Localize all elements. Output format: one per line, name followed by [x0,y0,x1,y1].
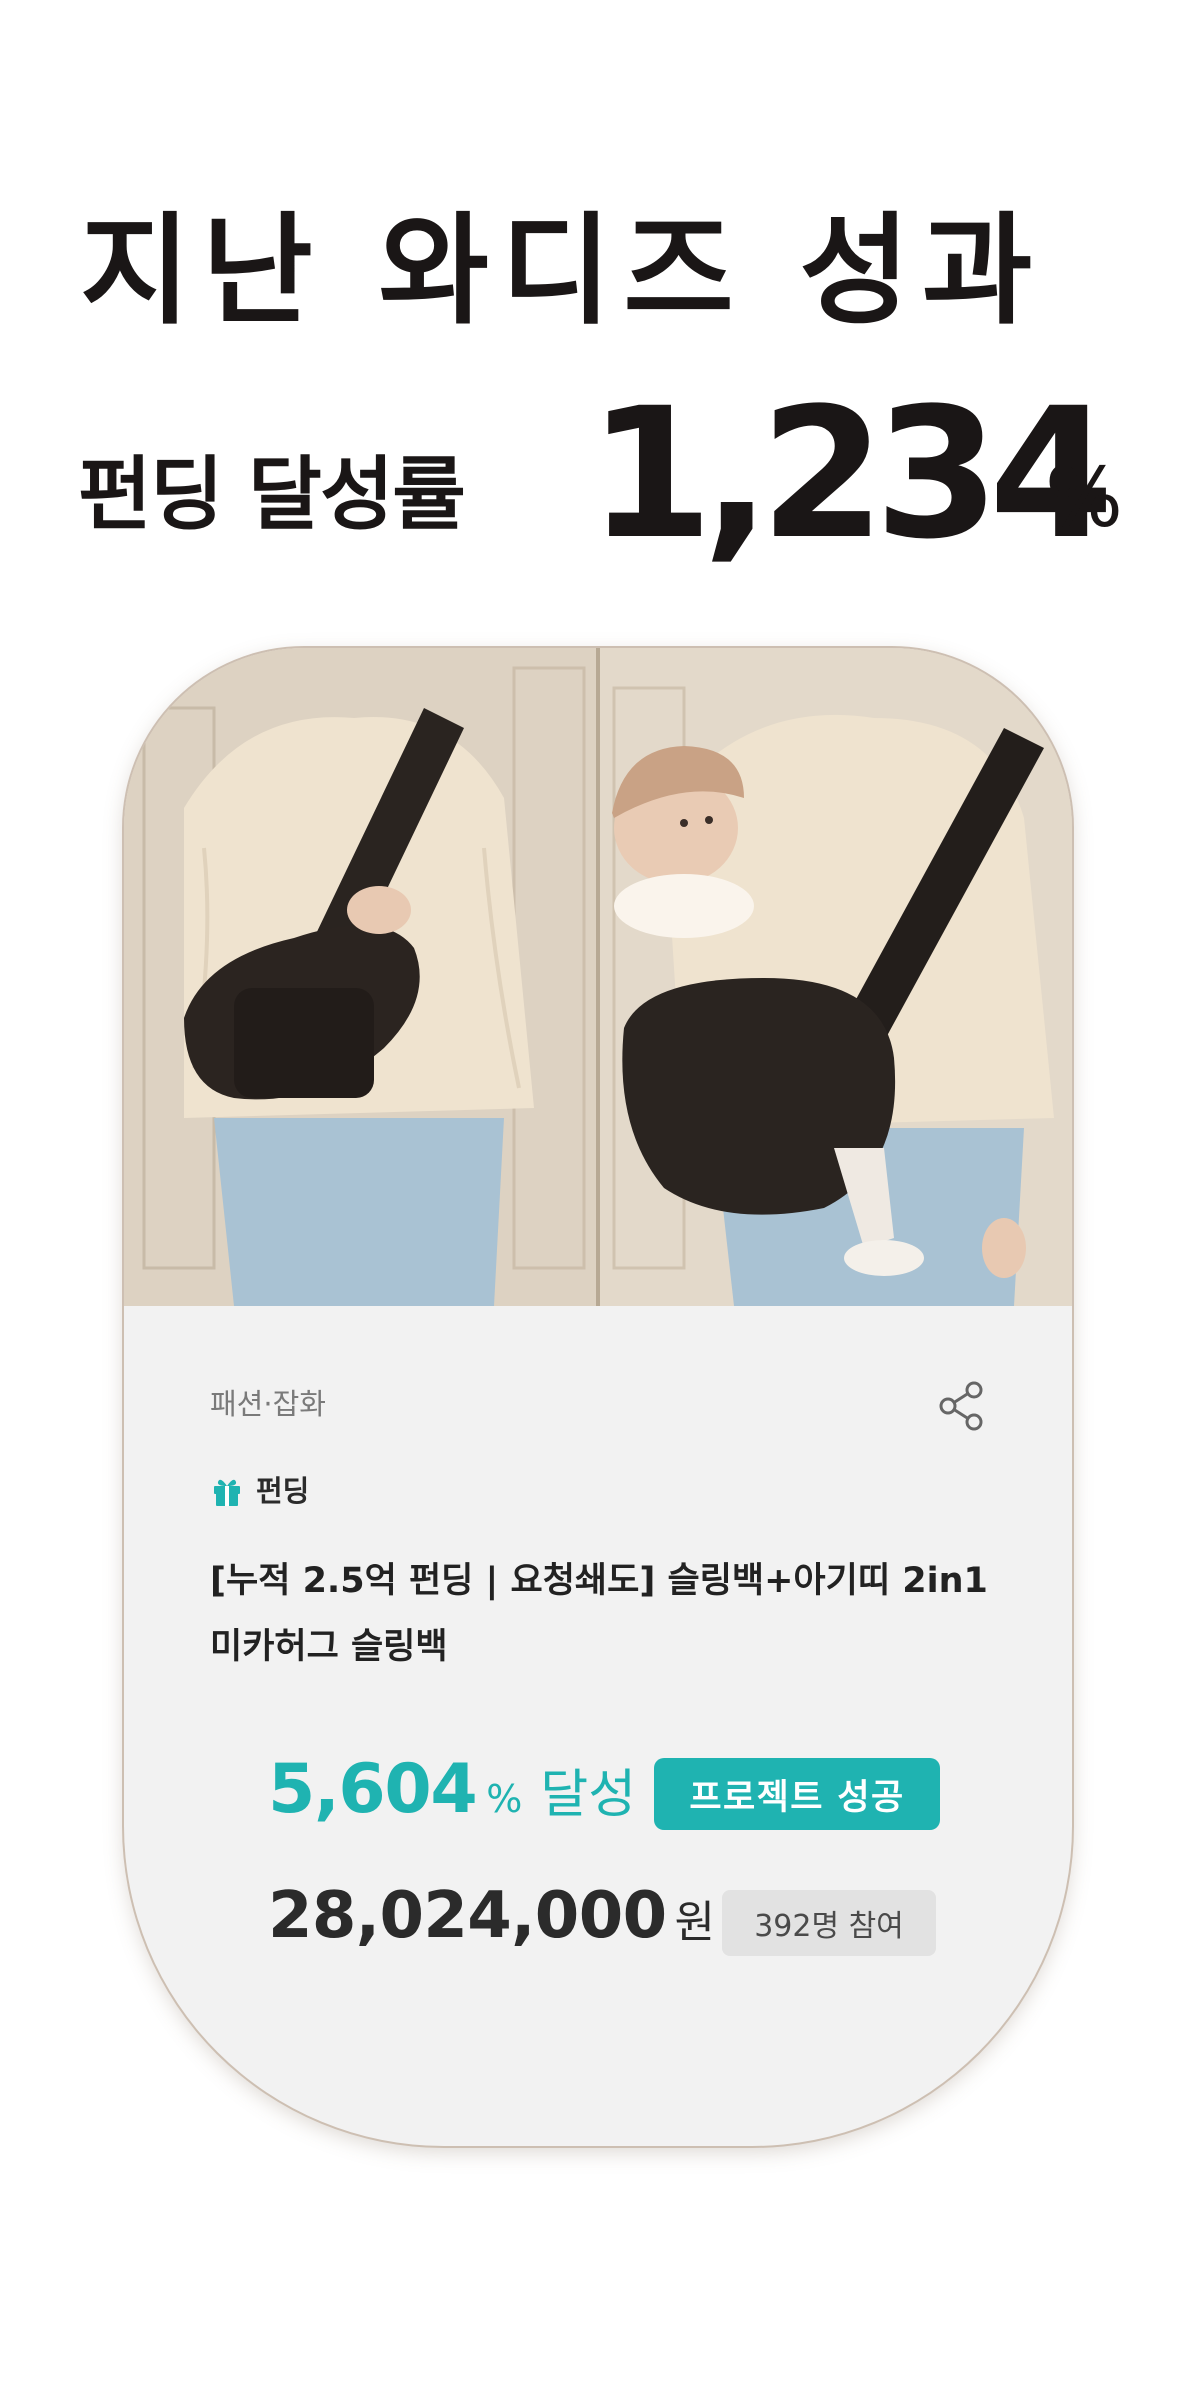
share-button[interactable] [934,1378,990,1434]
headline: 지난 와디즈 성과 [80,202,1045,341]
funding-rate-unit: % [1045,451,1123,546]
funding-rate-value: 1,234 [588,370,1114,579]
category-label: 패션·잡화 [210,1387,326,1421]
amount-value: 28,024,000 [268,1879,667,1953]
amount-unit: 원 [674,1897,715,1948]
achievement-unit: % [486,1777,523,1821]
share-icon [939,1381,983,1431]
participants-badge: 392명 참여 [722,1890,936,1956]
product-photo-illustration [124,648,1072,1306]
product-photo[interactable] [124,648,1072,1306]
achievement-value: 5,604 [268,1750,478,1829]
status-badge: 프로젝트 성공 [654,1758,940,1830]
achievement-rate: 5,604 % 달성 [268,1756,636,1824]
project-card[interactable]: 패션·잡화 펀딩 [누적 2.5억 펀딩 | 요청쇄도] 슬링백+아기띠 2in… [124,648,1072,2146]
project-title[interactable]: [누적 2.5억 펀딩 | 요청쇄도] 슬링백+아기띠 2in1 미카허그 슬링… [210,1548,1010,1680]
funding-rate-label: 펀딩 달성률 [78,448,466,541]
page: 지난 와디즈 성과 펀딩 달성률 1,234 % 패션·잡화 펀딩 [누적 2.… [0,0,1200,2400]
achievement-suffix: 달성 [540,1765,637,1825]
funding-amount: 28,024,000 원 [268,1884,715,1948]
funding-type: 펀딩 [210,1474,309,1508]
gift-icon [214,1479,240,1506]
funding-type-label: 펀딩 [256,1473,310,1508]
